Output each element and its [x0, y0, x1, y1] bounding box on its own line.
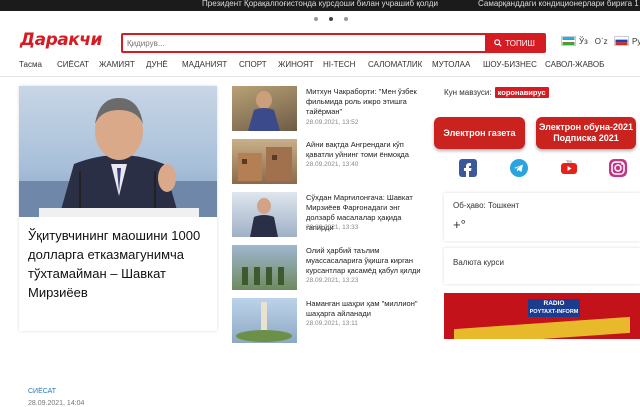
featured-image[interactable]: [19, 86, 217, 217]
topic-of-day: Кун мавзуси: коронавирус: [444, 87, 549, 98]
news-date: 28.09.2021, 13:33: [306, 224, 359, 231]
search-bar: ТОПИШ: [121, 33, 546, 53]
news-thumbnail[interactable]: [232, 192, 297, 237]
instagram-icon[interactable]: [609, 159, 627, 177]
slider-dots: [0, 14, 640, 24]
subscribe-label-ru: Подписка 2021: [553, 133, 619, 143]
featured-title[interactable]: Ўқитувчининг маошини 1000 долларга етказ…: [28, 226, 213, 302]
radio-banner[interactable]: RADIO POYTAXT-INFORM: [444, 293, 640, 339]
nav-item-society[interactable]: ЖАМИЯТ: [99, 60, 135, 69]
nav-item-hitech[interactable]: HI-TECH: [323, 60, 355, 69]
site-logo[interactable]: Даракчи: [20, 30, 102, 50]
slider-dot[interactable]: [344, 17, 348, 21]
subscribe-button[interactable]: Электрон обуна-2021 Подписка 2021: [536, 117, 636, 149]
ticker-item[interactable]: Самарқанддаги кондиционерлари бирига 1 м…: [478, 0, 640, 8]
list-item[interactable]: Айни вақтда Ангрендаги кўп қаватли уйнин…: [232, 139, 428, 185]
svg-text:You: You: [566, 160, 572, 164]
e-gazeta-label: Электрон газета: [443, 127, 516, 138]
nav-item-sport[interactable]: СПОРТ: [239, 60, 267, 69]
news-title[interactable]: Митхун Чакраборти: "Мен ўзбек фильмида р…: [306, 87, 428, 117]
radio-banner-stripe: [454, 316, 630, 339]
currency-widget: Валюта курси: [444, 248, 640, 284]
lang-ru-label: Ру: [632, 36, 640, 46]
nav-item-feed[interactable]: Тасма: [19, 60, 42, 69]
news-title[interactable]: Айни вақтда Ангрендаги кўп қаватли уйнин…: [306, 140, 428, 160]
currency-label: Валюта курси: [453, 258, 504, 267]
telegram-icon[interactable]: [510, 159, 528, 177]
news-title[interactable]: Олий ҳарбий таълим муассасаларига ўқишга…: [306, 246, 428, 276]
main-nav: Тасма СИЁСАТ ЖАМИЯТ ДУНЁ МАДАНИЯТ СПОРТ …: [0, 60, 640, 72]
nav-item-reading[interactable]: МУТОЛАА: [432, 60, 470, 69]
featured-article[interactable]: Ўқитувчининг маошини 1000 долларга етказ…: [19, 86, 217, 407]
subscribe-label: Электрон обуна-2021: [538, 122, 634, 132]
weather-widget: Об-ҳаво: Тошкент +°: [444, 193, 640, 241]
news-date: 28.09.2021, 13:23: [306, 277, 359, 284]
search-icon: [494, 39, 502, 47]
radio-line2: POYTAXT-INFORM: [529, 309, 579, 315]
news-title[interactable]: Наманган шаҳри ҳам "миллион" шаҳарга айл…: [306, 299, 428, 319]
topic-tag[interactable]: коронавирус: [494, 87, 549, 98]
e-gazeta-button[interactable]: Электрон газета: [434, 117, 525, 149]
nav-item-qa[interactable]: САВОЛ-ЖАВОБ: [545, 60, 604, 69]
president-photo: [19, 98, 217, 217]
ticker-item[interactable]: Президент Қорақалпоғистонда курсдоши бил…: [202, 0, 438, 8]
facebook-icon[interactable]: [459, 159, 477, 177]
topic-label: Кун мавзуси:: [444, 88, 492, 97]
radio-logo: RADIO POYTAXT-INFORM: [528, 299, 580, 317]
nav-item-health[interactable]: САЛОМАТЛИК: [368, 60, 422, 69]
news-date: 28.09.2021, 13:11: [306, 320, 358, 327]
news-thumbnail[interactable]: [232, 298, 297, 343]
radio-line1: RADIO: [543, 300, 565, 307]
list-item[interactable]: Митхун Чакраборти: "Мен ўзбек фильмида р…: [232, 86, 428, 132]
nav-item-culture[interactable]: МАДАНИЯТ: [182, 60, 227, 69]
news-date: 28.09.2021, 13:40: [306, 161, 359, 168]
lang-uz-latin-label[interactable]: O`z: [595, 37, 608, 46]
featured-category[interactable]: СИЁСАТ: [28, 388, 56, 395]
news-date: 28.09.2021, 13:52: [306, 119, 359, 126]
news-thumbnail[interactable]: [232, 86, 297, 131]
lang-ru[interactable]: Ру: [614, 36, 640, 46]
news-thumbnail[interactable]: [232, 139, 297, 184]
lang-uz[interactable]: Ўз O`z: [561, 36, 608, 46]
search-button-label: ТОПИШ: [505, 38, 535, 48]
weather-temp: +°: [453, 217, 466, 232]
list-item[interactable]: Олий ҳарбий таълим муассасаларига ўқишга…: [232, 245, 428, 291]
list-item[interactable]: Наманган шаҳри ҳам "миллион" шаҳарга айл…: [232, 298, 428, 344]
slider-dot[interactable]: [314, 17, 318, 21]
nav-divider: [0, 76, 640, 77]
news-thumbnail[interactable]: [232, 245, 297, 290]
news-ticker: Президент Қорақалпоғистонда курсдоши бил…: [0, 0, 640, 11]
slider-dot[interactable]: [329, 17, 333, 21]
nav-item-world[interactable]: ДУНЁ: [146, 60, 168, 69]
list-item[interactable]: Сўхдан Марғилонгача: Шавкат Мирзиёев Фар…: [232, 192, 428, 238]
nav-item-crime[interactable]: ЖИНОЯТ: [278, 60, 314, 69]
lang-uz-label: Ўз: [579, 36, 588, 46]
nav-item-showbiz[interactable]: ШОУ-БИЗНЕС: [483, 60, 537, 69]
uz-flag-icon: [561, 36, 576, 46]
nav-item-politics[interactable]: СИЁСАТ: [57, 60, 89, 69]
search-button[interactable]: ТОПИШ: [485, 35, 544, 51]
search-input[interactable]: [127, 36, 482, 50]
featured-date: 28.09.2021, 14:04: [28, 400, 85, 407]
youtube-icon[interactable]: You: [560, 159, 578, 177]
weather-label: Об-ҳаво: Тошкент: [453, 201, 520, 210]
ru-flag-icon: [614, 36, 629, 46]
